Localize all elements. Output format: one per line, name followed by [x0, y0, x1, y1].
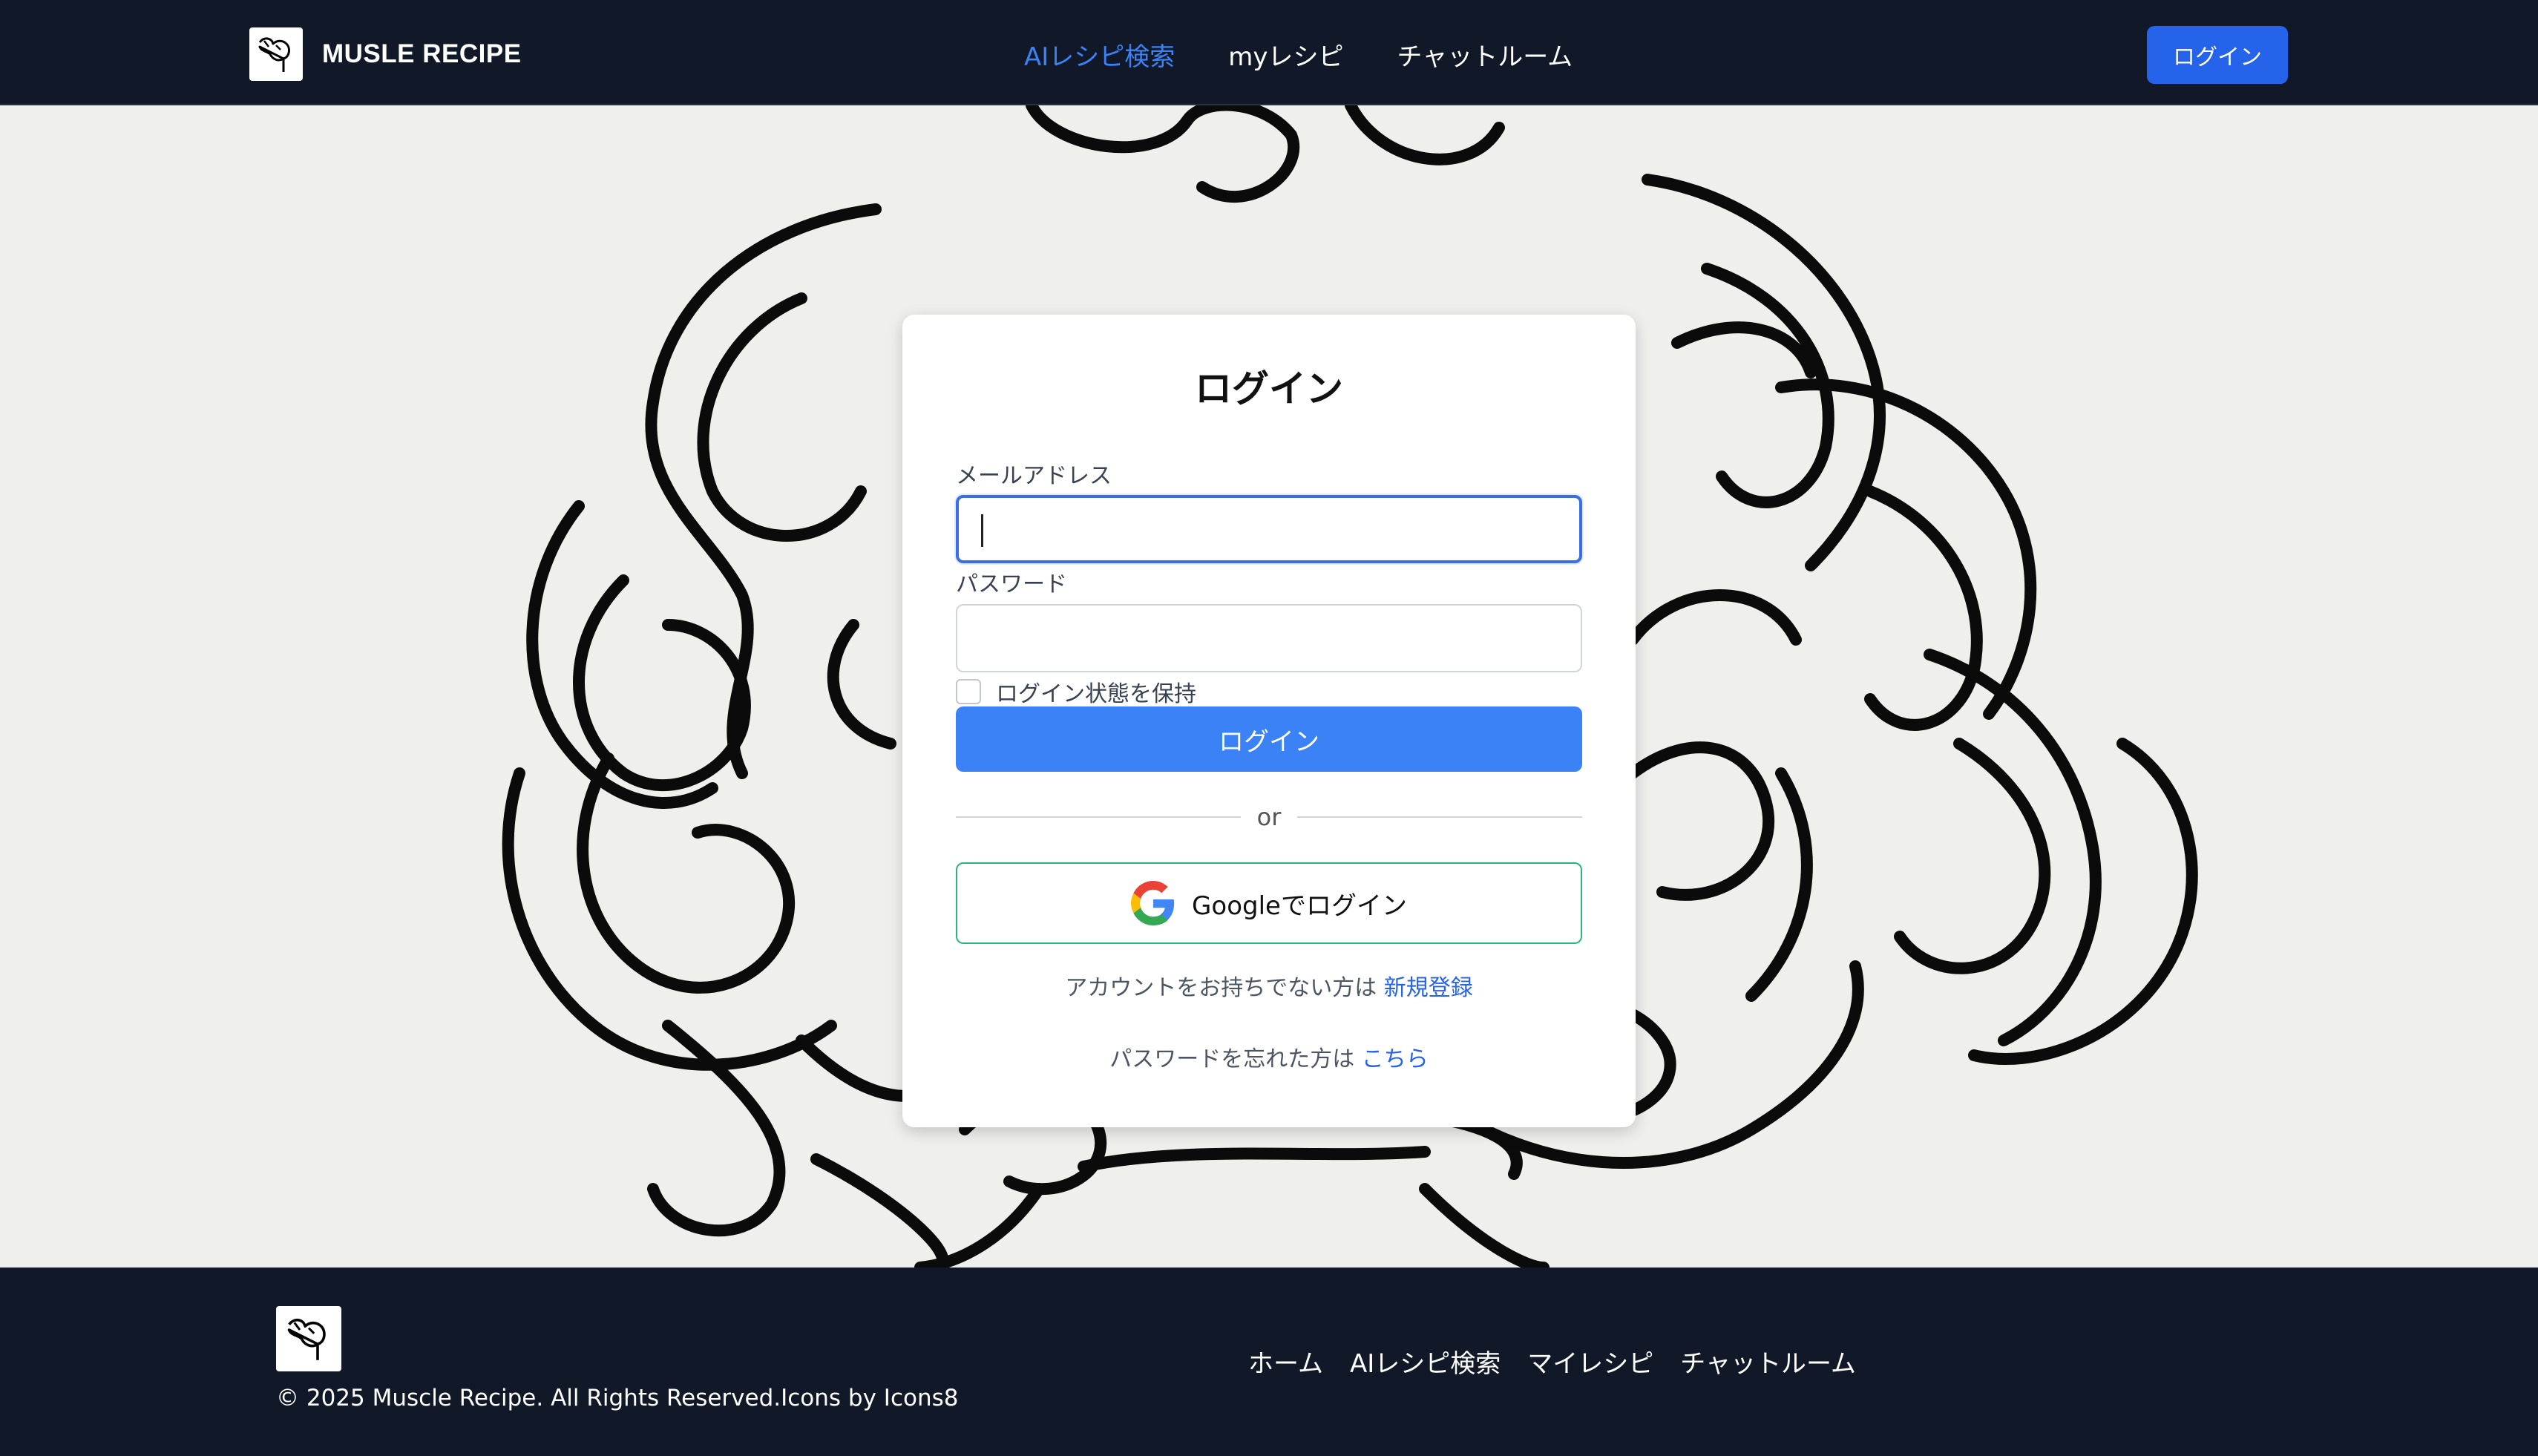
google-login-label: Googleでログイン — [1192, 891, 1407, 921]
footer-nav-chat-room[interactable]: チャットルーム — [1680, 1343, 1856, 1380]
footer-nav-my-recipe[interactable]: マイレシピ — [1527, 1343, 1653, 1380]
password-label: パスワード — [956, 571, 1067, 597]
divider-line — [1297, 816, 1583, 818]
brand-name: MUSLE RECIPE — [322, 39, 522, 68]
remember-checkbox[interactable] — [956, 679, 981, 704]
email-label: メールアドレス — [956, 463, 1112, 489]
site-header: MUSLE RECIPE AIレシピ検索 myレシピ チャットルーム ログイン — [0, 0, 2538, 105]
forgot-password-link[interactable]: こちら — [1362, 1046, 1429, 1072]
site-footer: © 2025 Muscle Recipe. All Rights Reserve… — [0, 1268, 2538, 1456]
signup-prompt: アカウントをお持ちでない方は — [1065, 975, 1377, 1001]
divider-line — [956, 816, 1241, 818]
remember-me[interactable]: ログイン状態を保持 — [956, 675, 1196, 708]
forgot-prompt: パスワードを忘れた方は — [1109, 1046, 1355, 1072]
forgot-password-note: パスワードを忘れた方は こちら — [902, 1040, 1636, 1073]
hero-background: ログイン メールアドレス パスワード ログイン状態を保持 ログイン or Goo… — [0, 105, 2538, 1268]
text-caret — [981, 514, 983, 547]
nav-ai-recipe-search[interactable]: AIレシピ検索 — [1024, 36, 1175, 73]
flexing-arm-icon — [249, 27, 303, 81]
login-card: ログイン メールアドレス パスワード ログイン状態を保持 ログイン or Goo… — [902, 315, 1636, 1127]
footer-nav-home[interactable]: ホーム — [1248, 1343, 1323, 1380]
flexing-arm-icon[interactable] — [276, 1306, 341, 1371]
nav-chat-room[interactable]: チャットルーム — [1397, 36, 1573, 73]
footer-nav: ホーム AIレシピ検索 マイレシピ チャットルーム — [1248, 1343, 1856, 1380]
divider-text: or — [1256, 803, 1282, 831]
nav-my-recipe[interactable]: myレシピ — [1228, 36, 1343, 73]
login-submit-button[interactable]: ログイン — [956, 706, 1582, 772]
login-title: ログイン — [1195, 367, 1343, 410]
google-login-button[interactable]: Googleでログイン — [956, 862, 1582, 944]
brand[interactable]: MUSLE RECIPE — [249, 27, 522, 81]
password-field[interactable] — [956, 604, 1582, 672]
remember-label: ログイン状態を保持 — [996, 681, 1196, 707]
email-field[interactable] — [956, 495, 1582, 563]
copyright-text: © 2025 Muscle Recipe. All Rights Reserve… — [276, 1385, 959, 1411]
main-nav: AIレシピ検索 myレシピ チャットルーム — [1024, 33, 1573, 75]
signup-note: アカウントをお持ちでない方は 新規登録 — [902, 969, 1636, 1002]
signup-link[interactable]: 新規登録 — [1384, 975, 1473, 1001]
or-divider: or — [956, 798, 1583, 836]
footer-nav-ai-recipe-search[interactable]: AIレシピ検索 — [1350, 1343, 1501, 1380]
google-g-icon — [1131, 881, 1175, 925]
header-login-button[interactable]: ログイン — [2147, 26, 2288, 84]
